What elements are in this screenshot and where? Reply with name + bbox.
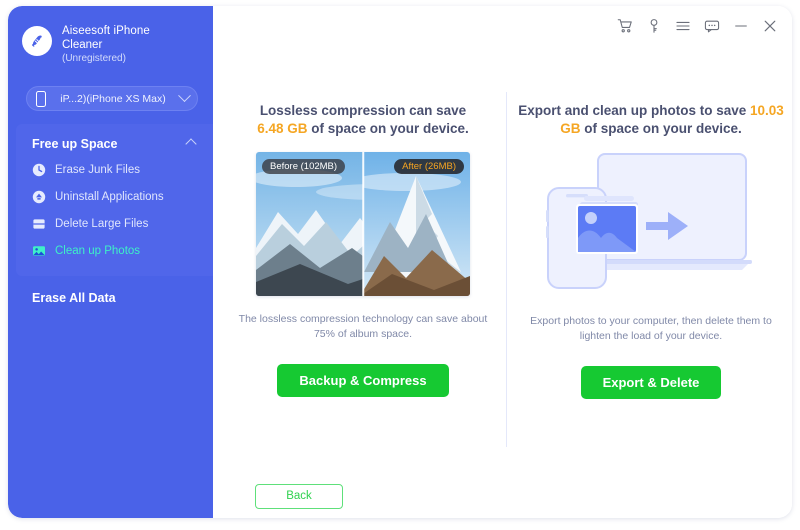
sidebar-item-label: Erase Junk Files — [55, 163, 141, 176]
right-headline: Export and clean up photos to save 10.03… — [517, 102, 785, 138]
back-button[interactable]: Back — [255, 484, 343, 509]
minimize-icon[interactable] — [733, 18, 749, 34]
left-cta-wrap: Backup & Compress — [231, 364, 495, 397]
nav-group-header[interactable]: Free up Space — [16, 132, 213, 156]
brand: Aiseesoft iPhone Cleaner (Unregistered) — [22, 24, 150, 66]
app-name-line2: Cleaner — [62, 38, 103, 51]
chat-icon[interactable] — [704, 18, 720, 34]
sidebar-item-clean-up-photos[interactable]: Clean up Photos — [16, 237, 213, 264]
before-badge: Before (102MB) — [262, 159, 346, 174]
file-lines-icon — [33, 218, 45, 229]
right-cta-wrap: Export & Delete — [517, 366, 785, 399]
sidebar-item-label: Uninstall Applications — [55, 190, 164, 203]
after-badge: After (26MB) — [394, 159, 464, 174]
nav-group-title: Free up Space — [32, 137, 118, 151]
right-caption: Export photos to your computer, then del… — [530, 315, 772, 342]
phone-icon — [36, 90, 46, 107]
key-icon[interactable] — [646, 18, 662, 34]
sidebar-item-uninstall-applications[interactable]: Uninstall Applications — [16, 183, 213, 210]
phone-to-laptop-photo-transfer-illustration — [546, 153, 752, 289]
export-and-delete-button[interactable]: Export & Delete — [580, 366, 722, 399]
left-headline: Lossless compression can save 6.48 GB of… — [231, 102, 495, 138]
broom-circle-icon — [22, 26, 52, 56]
sidebar-item-erase-junk-files[interactable]: Erase Junk Files — [16, 156, 213, 183]
chevron-down-icon — [178, 89, 191, 103]
backup-and-compress-button[interactable]: Backup & Compress — [277, 364, 449, 397]
device-selector[interactable]: iP...2)(iPhone XS Max) — [26, 86, 198, 111]
clock-icon — [32, 163, 46, 176]
panel-lossless-compression: Lossless compression can save 6.48 GB of… — [231, 102, 495, 397]
left-caption: The lossless compression technology can … — [238, 313, 488, 340]
before-after-comparison-image: Before (102MB) After (26MB) — [256, 152, 470, 296]
nav-group-free-up-space: Free up Space Erase Junk Files Uninstall… — [16, 124, 213, 276]
right-headline-post: of space on your device. — [580, 121, 742, 136]
registration-status: (Unregistered) — [62, 53, 126, 64]
sidebar-item-erase-all-data[interactable]: Erase All Data — [32, 291, 116, 305]
comparison-split-line — [362, 152, 364, 296]
left-headline-amount: 6.48 GB — [257, 121, 308, 136]
uninstall-icon — [32, 190, 46, 203]
device-name-label: iP...2)(iPhone XS Max) — [60, 92, 166, 105]
cart-icon[interactable] — [617, 18, 633, 34]
sidebar-item-delete-large-files[interactable]: Delete Large Files — [16, 210, 213, 237]
photo-icon — [33, 245, 45, 256]
app-name-line1: Aiseesoft iPhone — [62, 25, 150, 37]
close-icon[interactable] — [762, 18, 778, 34]
sidebar: Aiseesoft iPhone Cleaner (Unregistered) … — [8, 6, 213, 518]
chevron-up-icon[interactable] — [185, 138, 197, 150]
sidebar-item-label: Delete Large Files — [55, 217, 149, 230]
left-headline-post: of space on your device. — [307, 121, 469, 136]
titlebar-controls — [617, 18, 778, 34]
app-window: Aiseesoft iPhone Cleaner (Unregistered) … — [0, 0, 800, 530]
window-frame: Aiseesoft iPhone Cleaner (Unregistered) … — [8, 6, 792, 518]
sidebar-item-label: Clean up Photos — [55, 244, 141, 257]
panel-divider — [506, 92, 507, 447]
content-area: Lossless compression can save 6.48 GB of… — [213, 6, 792, 518]
panel-export-clean-up: Export and clean up photos to save 10.03… — [517, 102, 785, 399]
menu-icon[interactable] — [675, 18, 691, 34]
right-headline-pre: Export and clean up photos to save — [518, 103, 747, 118]
left-headline-pre: Lossless compression can save — [259, 103, 467, 118]
